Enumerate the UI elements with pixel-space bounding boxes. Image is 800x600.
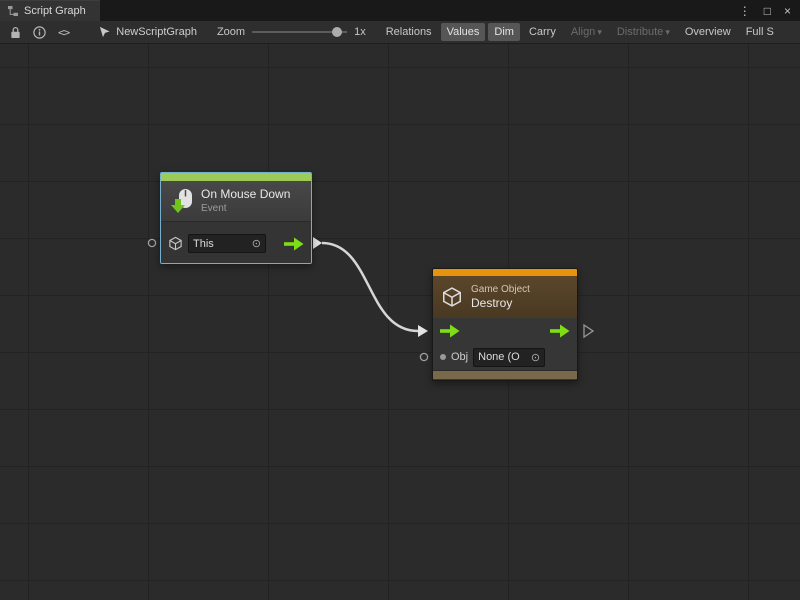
object-picker-icon[interactable]: ⊙ — [531, 351, 540, 364]
zoom-value: 1x — [354, 26, 366, 38]
control-input-arrow-icon[interactable] — [440, 324, 460, 338]
destroy-node-param-row: Obj None (O ⊙ — [433, 344, 577, 370]
mouse-down-icon — [169, 188, 195, 214]
titlebar-empty-area — [100, 0, 739, 21]
zoom-slider-handle[interactable] — [332, 27, 342, 37]
chevron-down-icon: ▾ — [597, 27, 602, 37]
tab-script-graph[interactable]: Script Graph — [0, 0, 100, 21]
control-connection-wire[interactable] — [322, 243, 418, 331]
relations-button[interactable]: Relations — [380, 23, 438, 41]
node-title: On Mouse Down — [201, 187, 290, 201]
destroy-node-exit-port[interactable] — [584, 325, 593, 337]
graph-wires-layer — [0, 44, 800, 600]
gameobject-cube-icon — [441, 286, 463, 308]
graph-asset-icon — [99, 26, 111, 38]
control-output-arrow-icon[interactable] — [550, 324, 570, 338]
destroy-node[interactable]: Game Object Destroy Obj None (O — [432, 268, 578, 381]
destroy-node-header[interactable]: Game Object Destroy — [433, 276, 577, 318]
toolbar-buttons: Relations Values Dim Carry Align▾ Distri… — [380, 23, 780, 41]
maximize-icon[interactable]: □ — [764, 5, 771, 17]
info-icon[interactable] — [27, 21, 52, 43]
dim-button[interactable]: Dim — [488, 23, 520, 41]
event-node-target-port[interactable] — [148, 239, 155, 246]
connection-end-arrow[interactable] — [418, 325, 428, 337]
align-dropdown[interactable]: Align▾ — [565, 23, 608, 41]
unity-script-graph-window: Script Graph ⋮ □ × <> — [0, 0, 800, 600]
control-output-arrow-icon[interactable] — [284, 237, 304, 251]
event-node-header[interactable]: On Mouse Down Event — [161, 181, 311, 221]
zoom-slider[interactable] — [252, 31, 347, 33]
window-menu-icon[interactable]: ⋮ — [739, 5, 751, 17]
node-title: Destroy — [471, 296, 530, 310]
zoom-control: Zoom 1x — [217, 26, 372, 38]
gameobject-cube-icon — [168, 236, 183, 251]
destroy-node-flow-row — [433, 318, 577, 344]
node-subtitle: Event — [201, 203, 290, 215]
graph-name: NewScriptGraph — [116, 26, 197, 38]
close-icon[interactable]: × — [784, 5, 791, 17]
node-category: Game Object — [471, 284, 530, 296]
align-label: Align — [571, 26, 595, 38]
distribute-dropdown[interactable]: Distribute▾ — [611, 23, 676, 41]
window-controls: ⋮ □ × — [739, 0, 800, 21]
fullscreen-button[interactable]: Full S — [740, 23, 780, 41]
event-node-accent-strip — [161, 173, 311, 181]
lock-icon[interactable] — [4, 21, 27, 43]
values-button[interactable]: Values — [441, 23, 486, 41]
target-object-value: This — [193, 238, 214, 250]
event-node-port-row: This ⊙ — [161, 221, 311, 264]
distribute-label: Distribute — [617, 26, 663, 38]
script-graph-icon — [7, 5, 19, 17]
tab-title: Script Graph — [24, 5, 86, 17]
graph-breadcrumb[interactable]: NewScriptGraph — [99, 26, 197, 38]
info-icon-glyph — [33, 26, 46, 39]
zoom-label: Zoom — [217, 26, 245, 38]
event-node-on-mouse-down[interactable]: On Mouse Down Event This ⊙ — [160, 172, 312, 264]
carry-button[interactable]: Carry — [523, 23, 562, 41]
graph-toolbar: <> NewScriptGraph Zoom 1x Relations Valu… — [0, 21, 800, 44]
window-titlebar: Script Graph ⋮ □ × — [0, 0, 800, 21]
connection-source-arrow[interactable] — [313, 237, 322, 249]
lock-icon-glyph — [10, 26, 21, 39]
overview-button[interactable]: Overview — [679, 23, 737, 41]
destroy-node-titles: Game Object Destroy — [471, 284, 530, 310]
code-icon[interactable]: <> — [52, 26, 75, 39]
object-picker-icon[interactable]: ⊙ — [252, 237, 261, 250]
destroy-node-accent-strip — [433, 269, 577, 276]
obj-object-value: None (O — [478, 351, 520, 363]
destroy-node-footer-strip — [433, 370, 577, 379]
graph-canvas[interactable]: On Mouse Down Event This ⊙ — [0, 44, 800, 600]
param-label: Obj — [451, 351, 468, 363]
event-node-titles: On Mouse Down Event — [201, 187, 290, 214]
destroy-node-obj-port[interactable] — [420, 353, 427, 360]
target-object-field[interactable]: This ⊙ — [188, 234, 266, 253]
chevron-down-icon: ▾ — [665, 27, 670, 37]
obj-object-field[interactable]: None (O ⊙ — [473, 348, 545, 367]
value-port-dot[interactable] — [440, 354, 446, 360]
